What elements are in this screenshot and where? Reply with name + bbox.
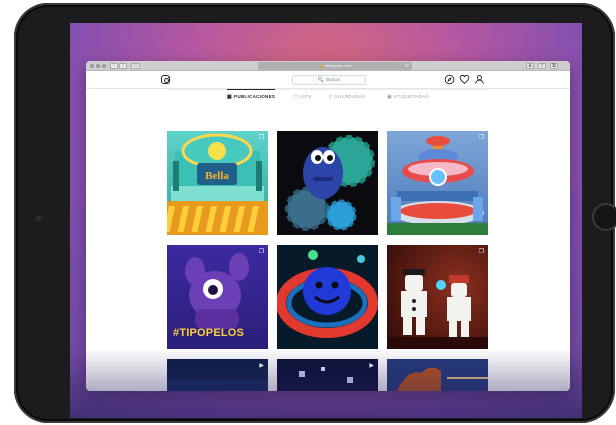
carousel-icon: ❐ <box>478 135 484 141</box>
post-thumbnail[interactable] <box>277 245 378 349</box>
night-scene-image <box>167 359 268 391</box>
post-thumbnail[interactable]: ❐ <box>387 245 488 349</box>
home-button[interactable] <box>592 203 616 231</box>
safari-window: ‹ › ▭ 🔒 instagram.com ↻ ● ⇪ ⧉ 🔍 Buscar ▦… <box>86 61 570 391</box>
post-thumbnail[interactable]: Bella ❐ <box>167 131 268 235</box>
ipad-screen: ‹ › ▭ 🔒 instagram.com ↻ ● ⇪ ⧉ 🔍 Buscar ▦… <box>70 23 582 418</box>
carousel-icon: ❐ <box>258 249 264 255</box>
post-thumbnail[interactable] <box>277 131 378 235</box>
posts-grid: Bella ❐ ❐ #TIPOPELOS ❐ ❐ ▶ ▶ <box>86 61 570 391</box>
blue-gear-creature-image <box>277 131 378 235</box>
ufo-space-ride-image <box>387 131 488 235</box>
post-thumbnail[interactable]: ❐ <box>387 131 488 235</box>
marquee-sign: Bella <box>205 170 229 182</box>
ipad-frame: ‹ › ▭ 🔒 instagram.com ↻ ● ⇪ ⧉ 🔍 Buscar ▦… <box>14 3 616 423</box>
rooftop-scene-image <box>387 359 488 391</box>
front-camera <box>36 215 42 221</box>
post-thumbnail[interactable]: ▶ <box>277 359 378 391</box>
post-thumbnail[interactable]: ▶ <box>167 359 268 391</box>
post-thumbnail[interactable] <box>387 359 488 391</box>
pierrot-lego-figures-image <box>387 245 488 349</box>
carousel-icon: ❐ <box>258 135 264 141</box>
post-caption-text: #TIPOPELOS <box>173 327 245 339</box>
dark-blue-scene-image <box>277 359 378 391</box>
video-icon: ▶ <box>369 363 374 369</box>
video-icon: ▶ <box>259 363 264 369</box>
carousel-icon: ❐ <box>478 249 484 255</box>
post-thumbnail[interactable]: #TIPOPELOS ❐ <box>167 245 268 349</box>
carousel-arcade-machine-image: Bella <box>167 131 268 235</box>
blue-smiley-ring-image <box>277 245 378 349</box>
